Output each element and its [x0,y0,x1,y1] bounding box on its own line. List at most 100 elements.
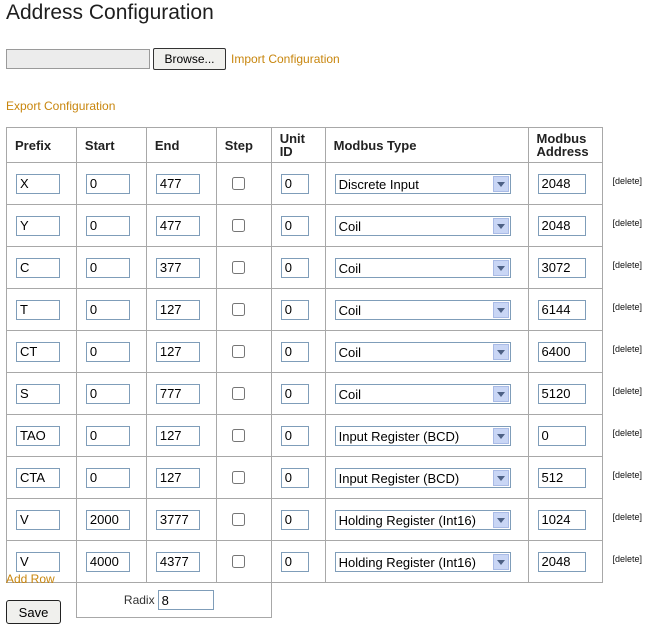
end-input[interactable] [155,383,200,404]
modbus-address-input[interactable] [537,341,586,362]
start-input[interactable] [85,299,130,320]
unit-id-input[interactable] [280,173,309,194]
modbus-address-input[interactable] [537,383,586,404]
step-checkbox[interactable] [231,428,245,442]
unit-id-input[interactable] [280,467,309,488]
end-input[interactable] [155,551,200,572]
unit-id-input[interactable] [280,257,309,278]
start-input[interactable] [85,215,130,236]
delete-row-link[interactable]: [delete] [612,176,642,186]
delete-row-link[interactable]: [delete] [612,428,642,438]
end-input[interactable] [155,215,200,236]
start-input[interactable] [85,467,130,488]
add-row-link[interactable]: Add Row [6,572,55,586]
start-input[interactable] [85,173,130,194]
prefix-input[interactable] [16,299,60,320]
step-checkbox[interactable] [231,218,245,232]
chevron-down-icon[interactable] [492,385,509,402]
modbus-type-select[interactable]: Coil [334,299,511,320]
unit-id-input[interactable] [280,215,309,236]
modbus-address-cell [527,246,604,289]
prefix-input[interactable] [16,383,60,404]
modbus-type-select[interactable]: Coil [334,257,511,278]
end-input[interactable] [155,173,200,194]
prefix-input[interactable] [16,467,60,488]
chevron-down-icon[interactable] [492,553,509,570]
prefix-input[interactable] [16,425,60,446]
step-checkbox[interactable] [231,386,245,400]
modbus-type-select[interactable]: Coil [334,215,511,236]
modbus-address-input[interactable] [537,467,586,488]
step-checkbox[interactable] [231,470,245,484]
modbus-type-select[interactable]: Coil [334,341,511,362]
unit-id-input[interactable] [280,425,309,446]
chevron-down-icon[interactable] [492,469,509,486]
step-checkbox[interactable] [231,554,245,568]
browse-button[interactable]: Browse... [153,48,226,70]
start-input[interactable] [85,383,130,404]
start-input[interactable] [85,257,130,278]
import-configuration-link[interactable]: Import Configuration [231,52,340,66]
modbus-address-input[interactable] [537,551,586,572]
prefix-input[interactable] [16,173,60,194]
chevron-down-icon[interactable] [492,511,509,528]
delete-row-link[interactable]: [delete] [612,512,642,522]
end-input[interactable] [155,299,200,320]
prefix-input[interactable] [16,341,60,362]
modbus-address-input[interactable] [537,173,586,194]
unit-id-input[interactable] [280,509,309,530]
step-checkbox[interactable] [231,512,245,526]
modbus-type-select[interactable]: Discrete Input [334,173,511,194]
modbus-type-select[interactable]: Holding Register (Int16) [334,551,511,572]
step-checkbox[interactable] [231,344,245,358]
modbus-address-input[interactable] [537,509,586,530]
modbus-address-input[interactable] [537,257,586,278]
radix-input[interactable] [157,590,214,610]
start-input[interactable] [85,551,130,572]
chevron-down-icon[interactable] [492,217,509,234]
prefix-input[interactable] [16,551,60,572]
unit-id-input[interactable] [280,299,309,320]
chevron-down-icon[interactable] [492,427,509,444]
chevron-down-icon[interactable] [492,175,509,192]
delete-row-link[interactable]: [delete] [612,554,642,564]
chevron-down-icon[interactable] [492,301,509,318]
start-input[interactable] [85,341,130,362]
modbus-type-select[interactable]: Holding Register (Int16) [334,509,511,530]
unit-id-input[interactable] [280,551,309,572]
prefix-input[interactable] [16,215,60,236]
delete-row-link[interactable]: [delete] [612,386,642,396]
chevron-down-icon[interactable] [492,343,509,360]
start-input[interactable] [85,425,130,446]
modbus-type-select[interactable]: Coil [334,383,511,404]
modbus-address-input[interactable] [537,215,586,236]
delete-row-link[interactable]: [delete] [612,260,642,270]
start-input[interactable] [85,509,130,530]
prefix-input[interactable] [16,509,60,530]
modbus-type-select[interactable]: Input Register (BCD) [334,467,511,488]
unit-id-input[interactable] [280,341,309,362]
end-input[interactable] [155,257,200,278]
delete-row-link[interactable]: [delete] [612,302,642,312]
chevron-down-icon[interactable] [492,259,509,276]
header-start: Start [75,127,147,163]
modbus-address-input[interactable] [537,299,586,320]
modbus-address-input[interactable] [537,425,586,446]
end-input[interactable] [155,425,200,446]
import-file-path[interactable] [6,49,150,69]
unit-id-input[interactable] [280,383,309,404]
save-button[interactable]: Save [6,600,61,624]
delete-row-link[interactable]: [delete] [612,470,642,480]
step-checkbox[interactable] [231,176,245,190]
export-configuration-link[interactable]: Export Configuration [6,99,115,113]
end-input[interactable] [155,467,200,488]
prefix-input[interactable] [16,257,60,278]
end-input[interactable] [155,509,200,530]
delete-row-link[interactable]: [delete] [612,344,642,354]
step-checkbox[interactable] [231,260,245,274]
end-input[interactable] [155,341,200,362]
modbus-type-cell: Input Register (BCD) [324,414,529,457]
delete-row-link[interactable]: [delete] [612,218,642,228]
modbus-type-select[interactable]: Input Register (BCD) [334,425,511,446]
step-checkbox[interactable] [231,302,245,316]
